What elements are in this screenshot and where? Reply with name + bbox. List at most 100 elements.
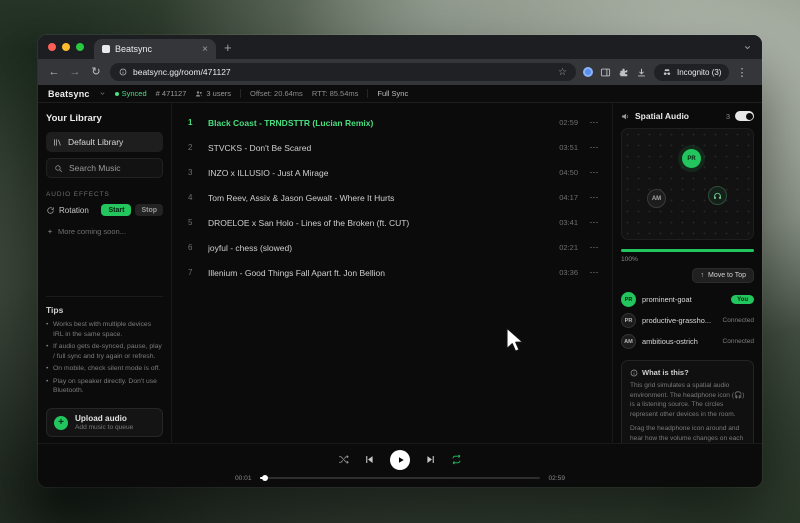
back-button[interactable]: ←: [47, 67, 61, 78]
total-time: 02:59: [548, 475, 565, 482]
track-menu-button[interactable]: ⋯: [588, 142, 600, 153]
track-row[interactable]: 4 Tom Reev, Assix & Jason Gewalt - Where…: [188, 185, 600, 210]
track-title: INZO x ILLUSIO - Just A Mirage: [208, 168, 549, 178]
address-bar[interactable]: beatsync.gg/room/471127 ☆: [110, 63, 576, 81]
player-bar: 00:01 02:59: [38, 443, 762, 487]
browser-window: Beatsync × + ← → ↻ beatsync.gg/room/4711…: [38, 35, 762, 487]
more-coming-soon: More coming soon...: [46, 227, 163, 236]
playback-controls: [338, 450, 462, 470]
track-row[interactable]: 2 STVCKS - Don't Be Scared 03:51 ⋯: [188, 135, 600, 160]
url-text: beatsync.gg/room/471127: [133, 67, 552, 77]
browser-tab[interactable]: Beatsync ×: [94, 39, 216, 59]
minimize-window-button[interactable]: [62, 43, 70, 51]
tips-title: Tips: [46, 305, 163, 315]
track-row[interactable]: 5 DROELOE x San Holo - Lines of the Brok…: [188, 210, 600, 235]
extensions-puzzle-icon[interactable]: [618, 67, 629, 78]
upload-subtitle: Add music to queue: [75, 424, 133, 431]
full-sync-button[interactable]: Full Sync: [377, 89, 408, 98]
repeat-button[interactable]: [451, 454, 462, 465]
track-number: 4: [188, 193, 198, 202]
main-content: Your Library Default Library Search Musi…: [38, 103, 762, 443]
room-id-badge[interactable]: # 471127: [156, 89, 187, 98]
shuffle-icon: [338, 454, 349, 465]
track-menu-button[interactable]: ⋯: [588, 242, 600, 253]
rotation-effect-row: Rotation Start Stop: [46, 204, 163, 216]
track-menu-button[interactable]: ⋯: [588, 167, 600, 178]
sidebar-item-search-music[interactable]: Search Music: [46, 158, 163, 178]
track-row[interactable]: 1 Black Coast - TRNDSTTR (Lucian Remix) …: [188, 110, 600, 135]
user-name: productive-grassho...: [642, 316, 717, 325]
library-sidebar: Your Library Default Library Search Musi…: [38, 103, 172, 443]
tip-item: Play on speaker directly. Don't use Blue…: [46, 377, 163, 396]
rotation-label: Rotation: [59, 206, 89, 215]
track-number: 3: [188, 168, 198, 177]
track-row[interactable]: 3 INZO x ILLUSIO - Just A Mirage 04:50 ⋯: [188, 160, 600, 185]
incognito-icon: [662, 67, 672, 77]
device-circle-am[interactable]: AM: [647, 189, 666, 208]
avatar: PR: [621, 313, 636, 328]
rotation-stop-button[interactable]: Stop: [135, 204, 163, 216]
connected-users-list: PR prominent-goat You PR productive-gras…: [621, 289, 754, 352]
move-to-top-button[interactable]: ↑ Move to Top: [692, 268, 754, 283]
spatial-audio-toggle[interactable]: [735, 111, 754, 121]
previous-track-button[interactable]: [364, 454, 375, 465]
sync-label: Synced: [122, 89, 147, 98]
track-number: 5: [188, 218, 198, 227]
tab-search-chevron-icon[interactable]: [743, 43, 752, 52]
divider: [46, 296, 163, 297]
info-paragraph: Drag the headphone icon around and hear …: [630, 424, 745, 443]
track-menu-button[interactable]: ⋯: [588, 192, 600, 203]
listener-headphone-handle[interactable]: [708, 186, 727, 205]
track-row[interactable]: 6 joyful - chess (slowed) 02:21 ⋯: [188, 235, 600, 260]
new-tab-button[interactable]: +: [224, 41, 232, 54]
track-duration: 02:21: [559, 243, 578, 252]
sidebar-item-default-library[interactable]: Default Library: [46, 132, 163, 152]
upload-audio-button[interactable]: + Upload audio Add music to queue: [46, 408, 163, 437]
close-window-button[interactable]: [48, 43, 56, 51]
track-number: 2: [188, 143, 198, 152]
chevron-down-icon[interactable]: [99, 90, 106, 97]
track-duration: 02:59: [559, 118, 578, 127]
zoom-window-button[interactable]: [76, 43, 84, 51]
rotation-start-button[interactable]: Start: [101, 204, 131, 216]
what-is-this-card: What is this? This grid simulates a spat…: [621, 360, 754, 443]
track-title: joyful - chess (slowed): [208, 243, 549, 253]
incognito-badge: Incognito (3): [654, 64, 729, 81]
progress-row: 00:01 02:59: [235, 475, 565, 482]
device-circle-pr[interactable]: PR: [682, 149, 701, 168]
spatial-grid[interactable]: PR AM: [621, 128, 754, 240]
forward-button[interactable]: →: [68, 67, 82, 78]
browser-menu-button[interactable]: ⋮: [736, 66, 747, 79]
track-menu-button[interactable]: ⋯: [588, 217, 600, 228]
track-duration: 03:41: [559, 218, 578, 227]
side-panel-icon[interactable]: [600, 67, 611, 78]
seek-knob[interactable]: [262, 475, 268, 481]
close-tab-icon[interactable]: ×: [202, 44, 208, 55]
tips-list: Works best with multiple devices IRL in …: [46, 320, 163, 399]
downloads-icon[interactable]: [636, 67, 647, 78]
spatial-audio-header: Spatial Audio 3: [621, 111, 754, 121]
arrow-up-icon: ↑: [700, 272, 704, 279]
track-row[interactable]: 7 Illenium - Good Things Fall Apart ft. …: [188, 260, 600, 285]
extension-icon[interactable]: [583, 67, 593, 77]
track-duration: 04:50: [559, 168, 578, 177]
reload-button[interactable]: ↻: [89, 67, 103, 78]
track-duration: 03:51: [559, 143, 578, 152]
site-info-icon[interactable]: [119, 68, 127, 76]
sync-status: Synced: [115, 89, 147, 98]
track-title: Illenium - Good Things Fall Apart ft. Jo…: [208, 268, 549, 278]
volume-slider[interactable]: [621, 249, 754, 252]
app-header: Beatsync Synced # 471127 3 users Offset:…: [38, 85, 762, 103]
info-icon: [630, 369, 638, 377]
info-paragraph: This grid simulates a spatial audio envi…: [630, 381, 745, 419]
seek-bar[interactable]: [260, 477, 541, 480]
track-queue: 1 Black Coast - TRNDSTTR (Lucian Remix) …: [172, 103, 612, 443]
shuffle-button[interactable]: [338, 454, 349, 465]
move-to-top-label: Move to Top: [708, 272, 746, 279]
bookmark-star-icon[interactable]: ☆: [558, 67, 567, 78]
track-menu-button[interactable]: ⋯: [588, 267, 600, 278]
track-menu-button[interactable]: ⋯: [588, 117, 600, 128]
volume-percent: 100%: [621, 256, 754, 263]
play-button[interactable]: [390, 450, 410, 470]
next-track-button[interactable]: [425, 454, 436, 465]
